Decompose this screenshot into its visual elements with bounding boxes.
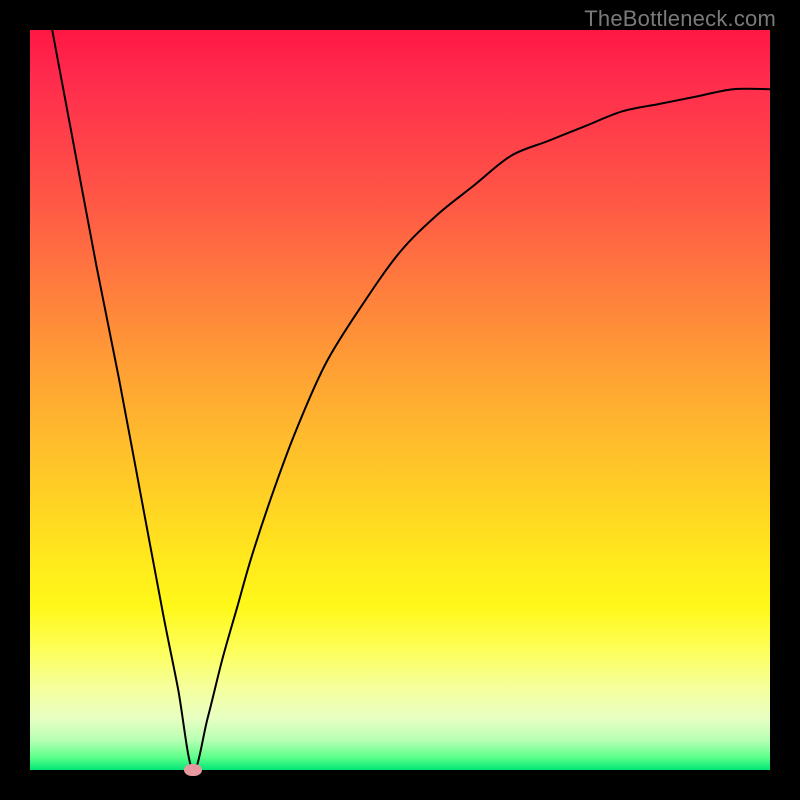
plot-area bbox=[30, 30, 770, 770]
curve-svg bbox=[30, 30, 770, 770]
bottleneck-curve bbox=[52, 30, 770, 770]
minimum-marker bbox=[184, 764, 202, 776]
watermark-text: TheBottleneck.com bbox=[584, 6, 776, 32]
chart-frame: TheBottleneck.com bbox=[0, 0, 800, 800]
